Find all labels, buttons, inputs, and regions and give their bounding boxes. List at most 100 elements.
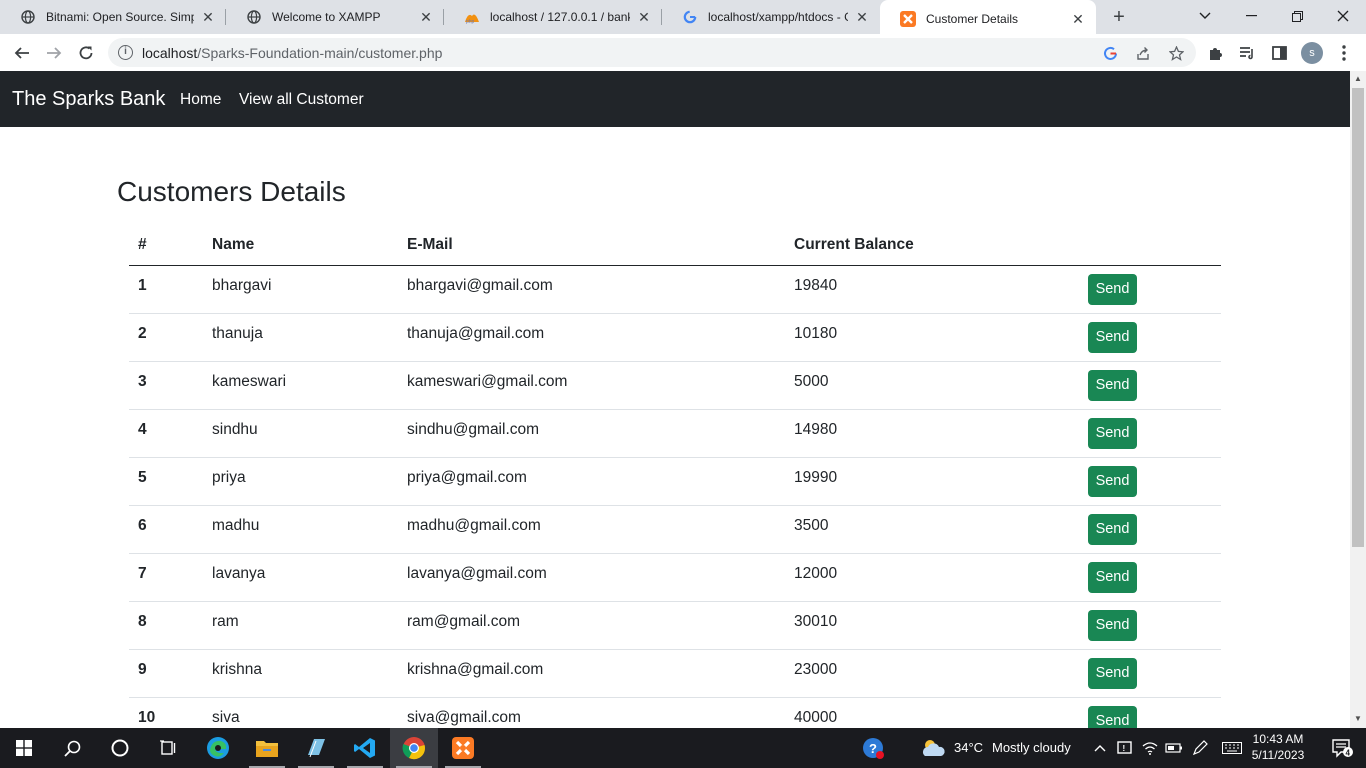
scroll-up-arrow-icon[interactable]: ▲ [1354, 75, 1362, 83]
table-body: 1 bhargavi bhargavi@gmail.com 19840 Send 2 tha… [129, 266, 1221, 728]
windows-start-icon[interactable] [0, 728, 48, 768]
nav-link-home[interactable]: Home [180, 91, 221, 109]
url-path: /Sparks-Foundation-main/customer.php [197, 45, 443, 61]
file-explorer-icon[interactable] [243, 728, 291, 768]
xampp-icon [900, 11, 916, 27]
vscode-icon[interactable] [341, 728, 389, 768]
browser-tab-xampp-welcome[interactable]: Welcome to XAMPP ✕ [226, 0, 444, 34]
scrollbar-thumb[interactable] [1352, 88, 1364, 547]
chrome-icon[interactable] [390, 728, 438, 768]
svg-text:?: ? [869, 741, 877, 756]
battery-icon[interactable] [1162, 728, 1186, 768]
cell-number: 9 [138, 661, 147, 678]
weather-temperature[interactable]: 34°C [954, 740, 983, 755]
new-tab-button[interactable]: + [1108, 6, 1130, 28]
pen-icon[interactable] [1188, 728, 1212, 768]
table-row: 3 kameswari kameswari@gmail.com 5000 Send [129, 362, 1221, 410]
send-button[interactable]: Send [1088, 658, 1137, 689]
windows-taskbar: ? 34°C Mostly cloudy ! 10:43 AM 5/11/202… [0, 728, 1366, 768]
reload-icon[interactable] [72, 39, 100, 67]
browser-tab-customer-details[interactable]: Customer Details ✕ [880, 0, 1096, 38]
forward-arrow-icon[interactable] [40, 39, 68, 67]
cell-name: siva [212, 709, 240, 726]
send-button[interactable]: Send [1088, 466, 1137, 497]
reading-list-icon[interactable] [1233, 39, 1261, 67]
send-button[interactable]: Send [1088, 322, 1137, 353]
cell-balance: 3500 [794, 517, 829, 534]
cell-number: 5 [138, 469, 147, 486]
clock-date: 5/11/2023 [1251, 748, 1305, 762]
send-button[interactable]: Send [1088, 274, 1137, 305]
side-panel-icon[interactable] [1265, 39, 1293, 67]
cell-name: krishna [212, 661, 262, 678]
menu-kebab-icon[interactable] [1330, 39, 1358, 67]
cell-number: 2 [138, 325, 147, 342]
chevron-up-icon[interactable] [1088, 728, 1112, 768]
tab-search-icon[interactable] [1182, 0, 1228, 32]
security-alert-icon[interactable]: ! [1112, 728, 1138, 768]
task-view-icon[interactable] [144, 728, 192, 768]
tab-strip: Bitnami: Open Source. Simpli ✕ Welcome t… [0, 0, 1366, 38]
xampp-control-icon[interactable] [439, 728, 487, 768]
browser-tab-google[interactable]: localhost/xampp/htdocs - Go ✕ [662, 0, 880, 34]
search-icon[interactable] [48, 728, 96, 768]
send-button[interactable]: Send [1088, 610, 1137, 641]
close-icon[interactable]: ✕ [854, 9, 870, 25]
site-info-icon[interactable]: i [118, 45, 133, 60]
clock-time: 10:43 AM [1252, 732, 1304, 746]
page-viewport: The Sparks Bank Home View all Customer C… [0, 71, 1350, 728]
cell-name: lavanya [212, 565, 266, 582]
cell-balance: 10180 [794, 325, 838, 342]
cell-name: sindhu [212, 421, 258, 438]
table-row: 2 thanuja thanuja@gmail.com 10180 Send [129, 314, 1221, 362]
browser-tab-phpmyadmin[interactable]: php localhost / 127.0.0.1 / bank / ✕ [444, 0, 662, 34]
cell-balance: 14980 [794, 421, 838, 438]
restore-icon[interactable] [1274, 0, 1320, 32]
minimize-icon[interactable] [1228, 0, 1274, 32]
back-arrow-icon[interactable] [8, 39, 36, 67]
bookmark-star-icon[interactable] [1166, 43, 1186, 63]
address-bar[interactable]: i localhost/Sparks-Foundation-main/custo… [108, 38, 1196, 67]
profile-avatar[interactable]: s [1298, 39, 1326, 67]
send-button[interactable]: Send [1088, 418, 1137, 449]
window-close-icon[interactable] [1320, 0, 1366, 32]
share-icon[interactable] [1133, 43, 1153, 63]
edge-icon[interactable] [194, 728, 242, 768]
close-icon[interactable]: ✕ [200, 9, 216, 25]
tab-title: Welcome to XAMPP [272, 10, 381, 24]
notification-center-icon[interactable]: 4 [1318, 728, 1366, 768]
page-scrollbar[interactable]: ▲ ▼ [1350, 71, 1366, 728]
weather-description[interactable]: Mostly cloudy [992, 740, 1071, 755]
close-icon[interactable]: ✕ [1070, 11, 1086, 27]
cortana-icon[interactable] [96, 728, 144, 768]
send-button[interactable]: Send [1088, 370, 1137, 401]
send-button[interactable]: Send [1088, 514, 1137, 545]
scroll-down-arrow-icon[interactable]: ▼ [1354, 715, 1362, 723]
close-icon[interactable]: ✕ [418, 9, 434, 25]
column-header-email: E-Mail [407, 236, 453, 253]
close-icon[interactable]: ✕ [636, 9, 652, 25]
extensions-puzzle-icon[interactable] [1202, 39, 1230, 67]
column-header-number: # [138, 236, 147, 253]
cell-balance: 23000 [794, 661, 838, 678]
cell-name: bhargavi [212, 277, 272, 294]
phpmyadmin-icon: php [464, 9, 480, 25]
navbar-brand[interactable]: The Sparks Bank [12, 88, 165, 111]
table-row: 9 krishna krishna@gmail.com 23000 Send [129, 650, 1221, 698]
page-title: Customers Details [117, 176, 346, 207]
weather-cloud-icon[interactable] [910, 728, 956, 768]
send-button[interactable]: Send [1088, 706, 1137, 728]
cell-number: 6 [138, 517, 147, 534]
send-button[interactable]: Send [1088, 562, 1137, 593]
globe-icon [20, 9, 36, 25]
google-translate-icon[interactable] [1100, 43, 1120, 63]
cell-number: 1 [138, 277, 147, 294]
table-row: 8 ram ram@gmail.com 30010 Send [129, 602, 1221, 650]
help-badge-icon[interactable]: ? [849, 728, 897, 768]
notepad-app-icon[interactable] [292, 728, 340, 768]
browser-tab-bitnami[interactable]: Bitnami: Open Source. Simpli ✕ [0, 0, 226, 34]
wifi-icon[interactable] [1138, 728, 1162, 768]
system-clock[interactable]: 10:43 AM 5/11/2023 [1242, 731, 1314, 763]
nav-link-view-all-customer[interactable]: View all Customer [239, 91, 364, 109]
svg-text:!: ! [1123, 744, 1126, 753]
